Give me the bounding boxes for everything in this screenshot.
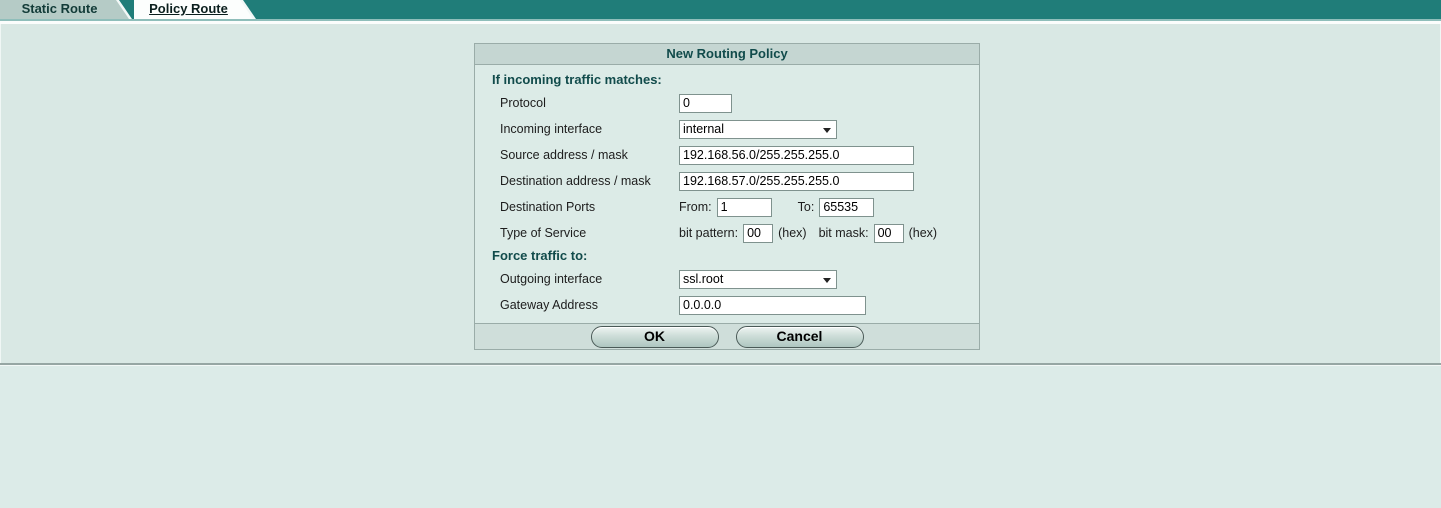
source-address-input[interactable] [679,145,914,165]
ports-from-input[interactable] [716,197,772,217]
gateway-address-input[interactable] [679,295,866,315]
protocol-row: Protocol [475,90,979,116]
chevron-down-icon [823,277,831,283]
chevron-down-icon [823,127,831,133]
force-section-heading: Force traffic to: [492,248,588,263]
destination-address-row: Destination address / mask [475,168,979,194]
destination-address-label: Destination address / mask [500,174,651,188]
protocol-label: Protocol [500,96,546,110]
ports-from-label: From: [679,200,712,214]
bit-pattern-hex-label: (hex) [778,226,807,240]
panel-body: If incoming traffic matches: Protocol In… [475,65,979,323]
tab-static-route-label: Static Route [21,1,98,16]
tab-policy-route[interactable]: Policy Route [134,0,256,19]
button-strip: OK Cancel [475,323,979,349]
type-of-service-row: Type of Service bit pattern: (hex) bit m… [475,220,979,246]
page-content-area: New Routing Policy If incoming traffic m… [0,24,1441,363]
ports-to-label: To: [797,200,815,214]
source-address-label: Source address / mask [500,148,628,162]
cancel-button[interactable]: Cancel [735,325,864,348]
new-routing-policy-panel: New Routing Policy If incoming traffic m… [474,43,980,350]
bit-mask-label: bit mask: [818,226,869,240]
incoming-interface-label: Incoming interface [500,122,603,136]
destination-address-input[interactable] [679,171,914,191]
bit-mask-hex-label: (hex) [908,226,938,240]
bit-pattern-input[interactable] [743,223,774,243]
incoming-interface-selected-value: internal [683,122,724,136]
gateway-address-row: Gateway Address [475,292,979,318]
outgoing-interface-selected-value: ssl.root [683,272,724,286]
outgoing-interface-select[interactable]: ssl.root [679,269,837,289]
source-address-row: Source address / mask [475,142,979,168]
gateway-address-label: Gateway Address [500,298,598,312]
bit-mask-input[interactable] [873,223,904,243]
ok-button[interactable]: OK [590,325,719,348]
incoming-interface-select[interactable]: internal [679,119,837,139]
outgoing-interface-row: Outgoing interface ssl.root [475,266,979,292]
panel-title: New Routing Policy [475,44,979,65]
destination-ports-label: Destination Ports [500,200,596,214]
bit-pattern-label: bit pattern: [679,226,739,240]
incoming-interface-row: Incoming interface internal [475,116,979,142]
outgoing-interface-label: Outgoing interface [500,272,603,286]
protocol-input[interactable] [679,93,732,113]
destination-ports-row: Destination Ports From: To: [475,194,979,220]
type-of-service-label: Type of Service [500,226,587,240]
ports-to-input[interactable] [819,197,875,217]
content-bottom-divider-highlight [0,365,1441,366]
tab-static-route[interactable]: Static Route [0,0,132,19]
tab-policy-route-label: Policy Route [149,1,228,16]
match-section-heading: If incoming traffic matches: [492,72,662,87]
